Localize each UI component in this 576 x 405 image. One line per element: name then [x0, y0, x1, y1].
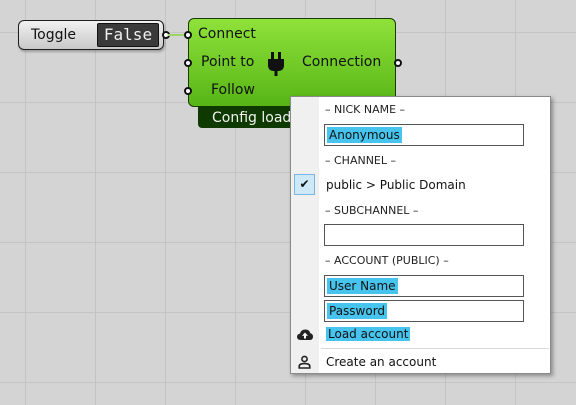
- input-label-follow: Follow: [211, 82, 255, 98]
- user-icon: [298, 355, 311, 369]
- nick-name-header: – NICK NAME –: [325, 103, 406, 116]
- password-field[interactable]: Password: [324, 300, 524, 322]
- toggle-value[interactable]: False: [97, 23, 159, 47]
- create-account-item[interactable]: Create an account: [326, 355, 436, 369]
- channel-header: – CHANNEL –: [325, 154, 397, 167]
- subchannel-field[interactable]: [324, 224, 524, 246]
- input-grip-connect[interactable]: [184, 31, 192, 39]
- cloud-upload-icon: [297, 329, 313, 340]
- channel-item[interactable]: public > Public Domain: [326, 178, 466, 192]
- subchannel-value: [327, 227, 331, 243]
- input-grip-follow[interactable]: [184, 87, 192, 95]
- output-grip-connection[interactable]: [394, 59, 402, 67]
- account-header: – ACCOUNT (PUBLIC) –: [325, 254, 449, 267]
- toggle-label: Toggle: [31, 27, 77, 43]
- boolean-toggle[interactable]: Toggle False: [18, 20, 164, 50]
- menu-separator: [321, 348, 549, 349]
- nick-name-value: Anonymous: [327, 127, 402, 143]
- password-value: Password: [327, 303, 388, 319]
- output-label-connection: Connection: [302, 54, 382, 70]
- load-account-label: Load account: [326, 327, 411, 341]
- input-label-connect: Connect: [198, 26, 256, 42]
- username-value: User Name: [327, 278, 398, 294]
- plug-icon: [268, 52, 284, 76]
- context-menu: – NICK NAME – Anonymous – CHANNEL – ✔ pu…: [290, 96, 551, 374]
- input-label-point-to: Point to: [201, 54, 255, 70]
- subchannel-header: – SUBCHANNEL –: [325, 204, 419, 217]
- load-account-item[interactable]: Load account: [326, 327, 411, 341]
- check-icon: ✔: [294, 174, 315, 195]
- input-grip-point-to[interactable]: [184, 59, 192, 67]
- nick-name-field[interactable]: Anonymous: [324, 124, 524, 146]
- username-field[interactable]: User Name: [324, 275, 524, 297]
